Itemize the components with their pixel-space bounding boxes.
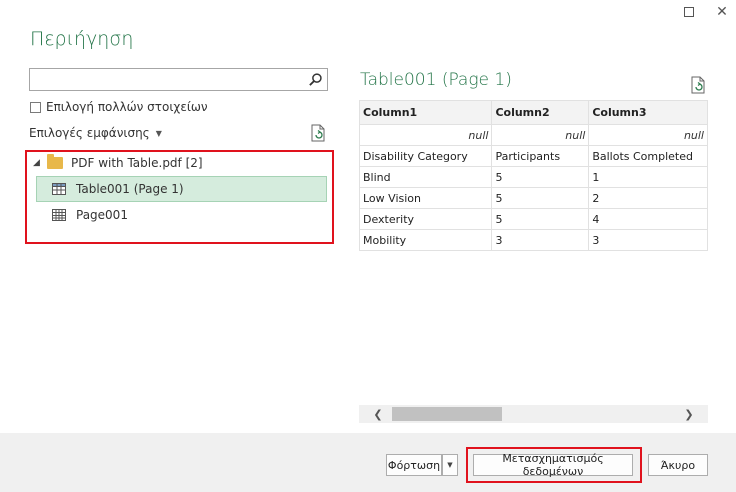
scroll-left-icon[interactable]: ❮ <box>369 405 387 423</box>
table-cell: Mobility <box>359 229 493 251</box>
table-cell: 4 <box>588 208 708 230</box>
highlight-box-tree <box>25 150 334 244</box>
table-cell: null <box>588 124 708 146</box>
caret-down-icon: ▼ <box>155 128 162 138</box>
table-cell: 5 <box>491 187 590 209</box>
preview-table: Column1 Column2 Column3 null null null D… <box>359 100 708 251</box>
search-box <box>29 68 328 91</box>
horizontal-scrollbar[interactable]: ❮ ❯ <box>359 405 708 423</box>
view-options-dropdown[interactable]: Επιλογές εμφάνισης ▼ <box>29 126 162 140</box>
table-cell: null <box>491 124 590 146</box>
close-button[interactable]: ✕ <box>711 2 733 22</box>
multi-select-option[interactable]: Επιλογή πολλών στοιχείων <box>30 100 208 114</box>
table-cell: Dexterity <box>359 208 493 230</box>
table-row: Dexterity 5 4 <box>359 208 708 230</box>
table-row: Low Vision 5 2 <box>359 187 708 209</box>
maximize-icon <box>684 7 694 17</box>
search-input[interactable] <box>30 69 300 91</box>
table-cell: Blind <box>359 166 493 188</box>
column-header[interactable]: Column2 <box>491 100 590 125</box>
close-icon: ✕ <box>716 4 728 20</box>
maximize-button[interactable] <box>678 2 700 22</box>
table-cell: Ballots Completed <box>588 145 708 167</box>
scroll-right-icon[interactable]: ❯ <box>680 405 698 423</box>
refresh-icon[interactable] <box>310 124 327 142</box>
multi-select-checkbox[interactable] <box>30 101 41 113</box>
table-cell: 5 <box>491 208 590 230</box>
table-cell: 3 <box>491 229 590 251</box>
table-cell: Disability Category <box>359 145 493 167</box>
column-header[interactable]: Column3 <box>588 100 708 125</box>
load-button[interactable]: Φόρτωση <box>386 454 442 476</box>
highlight-box-transform <box>466 447 642 483</box>
preview-grid: Column1 Column2 Column3 null null null D… <box>359 100 708 424</box>
header-row: Column1 Column2 Column3 <box>359 100 708 125</box>
table-cell: 1 <box>588 166 708 188</box>
load-dropdown-button[interactable]: ▼ <box>442 454 458 476</box>
table-cell: Participants <box>491 145 590 167</box>
table-cell: 5 <box>491 166 590 188</box>
column-header[interactable]: Column1 <box>359 100 493 125</box>
table-cell: null <box>359 124 493 146</box>
multi-select-label: Επιλογή πολλών στοιχείων <box>46 100 208 114</box>
window-title: Περιήγηση <box>30 28 134 50</box>
table-row: Blind 5 1 <box>359 166 708 188</box>
preview-title: Table001 (Page 1) <box>360 70 512 90</box>
table-cell: 2 <box>588 187 708 209</box>
refresh-icon[interactable] <box>690 76 707 94</box>
chevron-down-icon: ▼ <box>447 461 453 469</box>
table-row: null null null <box>359 124 708 146</box>
table-cell: Low Vision <box>359 187 493 209</box>
table-row: Disability Category Participants Ballots… <box>359 145 708 167</box>
cancel-button[interactable]: Άκυρο <box>648 454 708 476</box>
table-row: Mobility 3 3 <box>359 229 708 251</box>
view-options-label: Επιλογές εμφάνισης <box>29 126 150 140</box>
table-cell: 3 <box>588 229 708 251</box>
search-icon[interactable] <box>308 72 323 87</box>
scroll-thumb[interactable] <box>392 407 502 421</box>
